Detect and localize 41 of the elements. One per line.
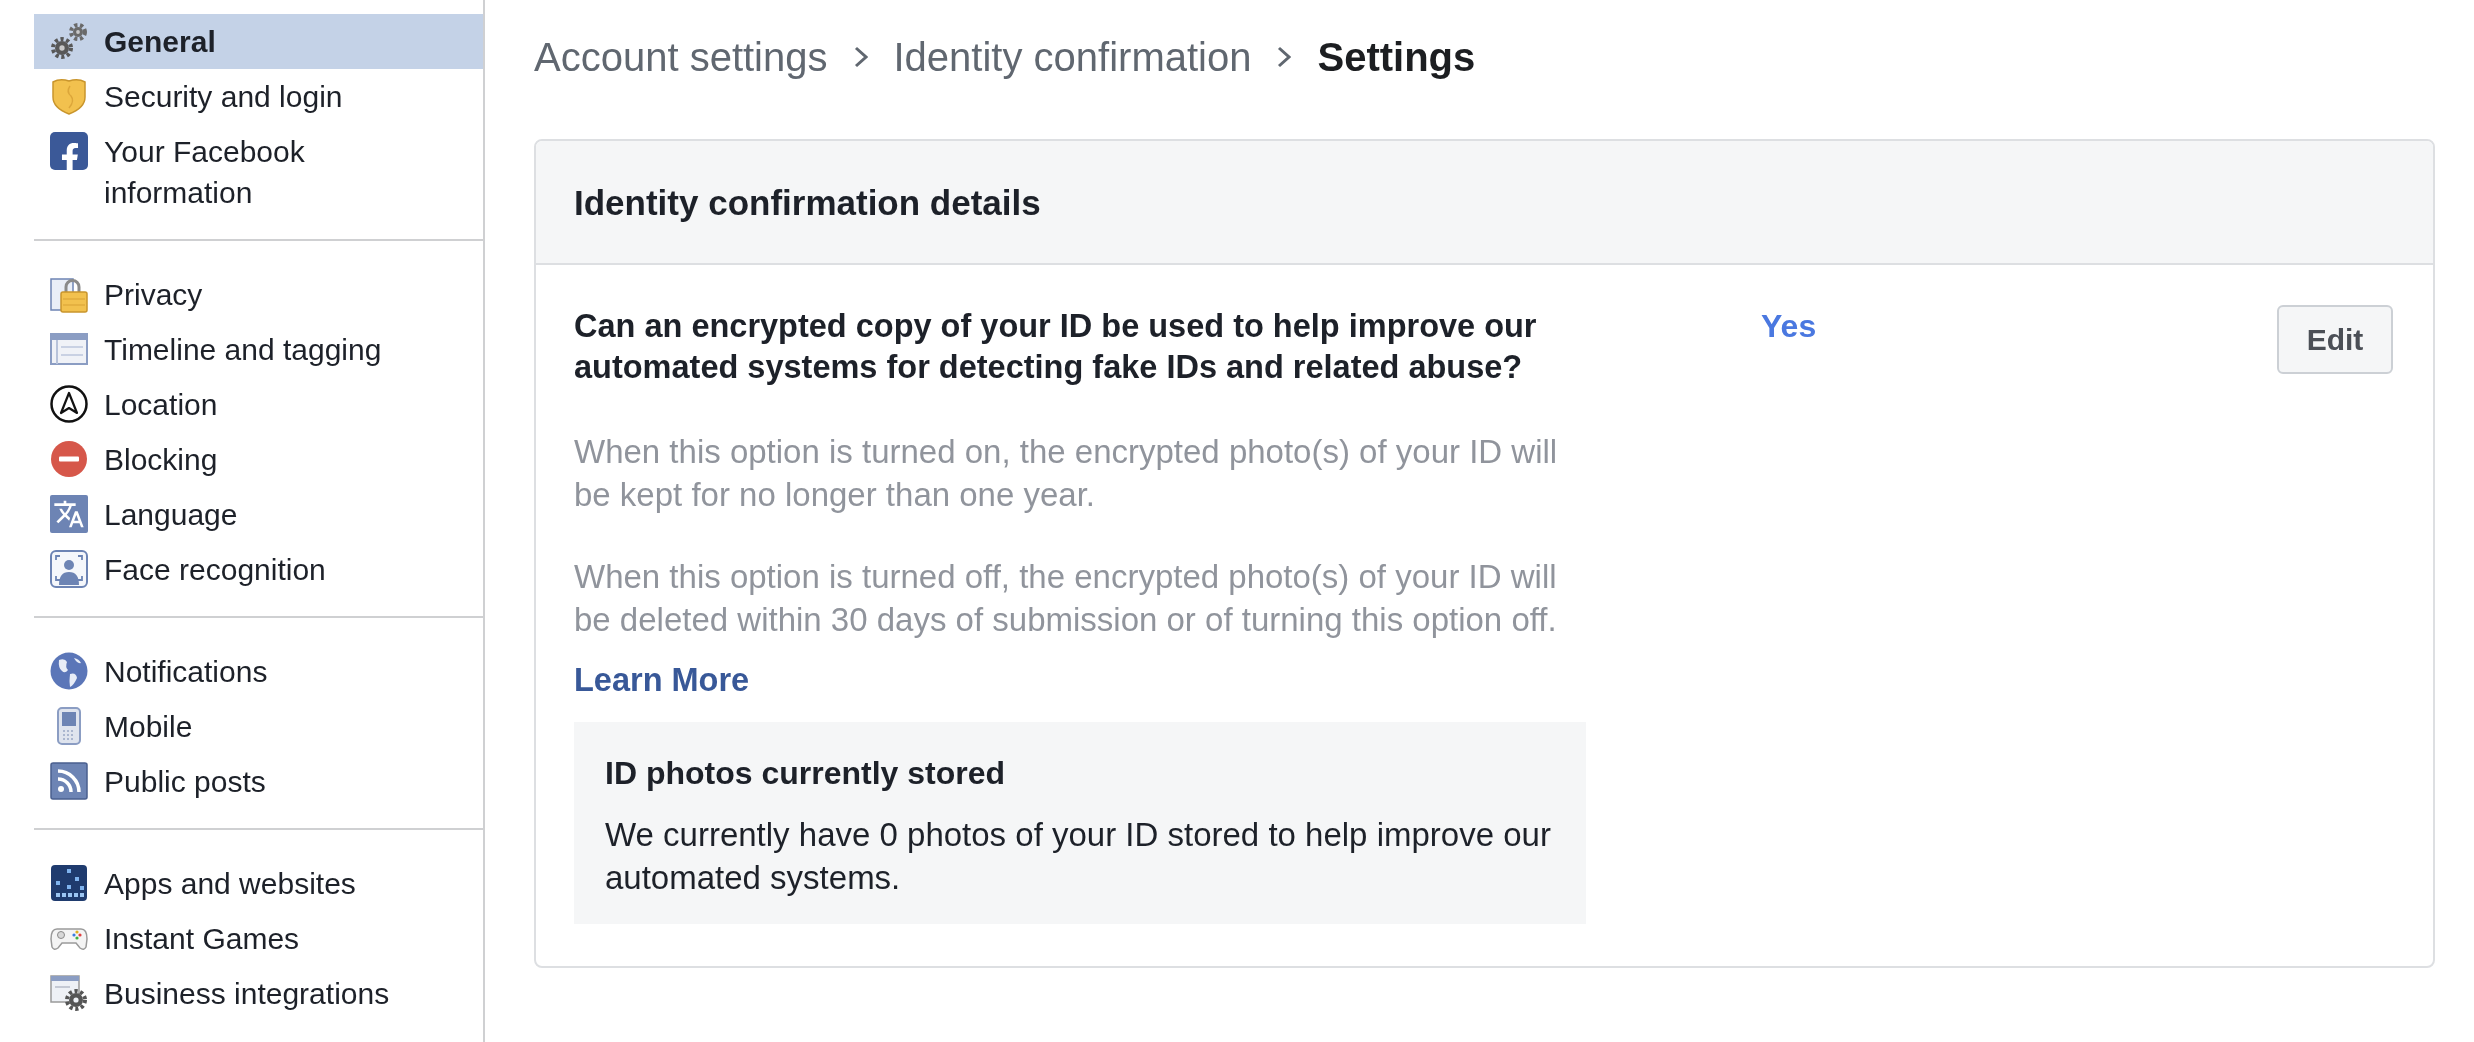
padlock-icon	[50, 275, 88, 313]
sidebar-item[interactable]: Your Facebook information	[34, 124, 483, 220]
block-icon	[50, 440, 88, 478]
card-title: Identity confirmation details	[574, 181, 1041, 223]
sidebar-item[interactable]: General	[34, 14, 483, 69]
setting-note: When this option is turned on, the encrypted photo(s) of your ID will be kept for no longer than one year.	[574, 432, 1559, 515]
sidebar-item[interactable]: Blocking	[34, 432, 483, 487]
sidebar-item[interactable]: Apps and websites	[34, 856, 483, 911]
sidebar-item[interactable]: Security and login	[34, 69, 483, 124]
globe-icon	[50, 652, 88, 690]
breadcrumb-link[interactable]: Identity confirmation	[893, 35, 1252, 79]
face-frame-icon	[50, 550, 88, 588]
setting-question: Can an encrypted copy of your ID be used to help improve our automated systems for detecting fake IDs and related abuse?	[574, 307, 1538, 387]
sidebar-item[interactable]: Language	[34, 487, 483, 542]
sidebar-item[interactable]: Privacy	[34, 267, 483, 322]
breadcrumb-link[interactable]: Account settings	[534, 35, 828, 79]
setting-value: Yes	[1761, 307, 1817, 346]
window-gear-icon	[50, 974, 88, 1012]
sidebar-item[interactable]: Timeline and tagging	[34, 322, 483, 377]
rss-icon	[50, 762, 88, 800]
sidebar-item[interactable]: Public posts	[34, 754, 483, 809]
setting-note: When this option is turned off, the encrypted photo(s) of your ID will be deleted within 30 days of submission or of turning this option off.	[574, 557, 1558, 640]
chevron-right-icon	[1277, 46, 1292, 68]
sidebar-item[interactable]: Notifications	[34, 644, 483, 699]
gears-icon	[50, 22, 88, 60]
info-text: We currently have 0 photos of your ID stored to help improve our automated systems.	[605, 815, 1552, 898]
translate-icon	[50, 495, 88, 533]
dot-grid-icon	[50, 864, 88, 902]
sidebar-item[interactable]: Face recognition	[34, 542, 483, 597]
timeline-icon	[50, 330, 88, 368]
shield-icon	[50, 77, 88, 115]
sidebar-item[interactable]: Location	[34, 377, 483, 432]
edit-button[interactable]: Edit	[2277, 305, 2393, 374]
chevron-right-icon	[853, 46, 868, 68]
sidebar-item[interactable]: Instant Games	[34, 911, 483, 966]
info-title: ID photos currently stored	[605, 754, 1007, 793]
sidebar-item[interactable]: Mobile	[34, 699, 483, 754]
learn-more-link[interactable]: Learn More	[574, 659, 750, 702]
facebook-icon	[50, 132, 88, 170]
sidebar-item[interactable]: Business integrations	[34, 966, 483, 1021]
page-title: Settings	[1317, 35, 1476, 79]
